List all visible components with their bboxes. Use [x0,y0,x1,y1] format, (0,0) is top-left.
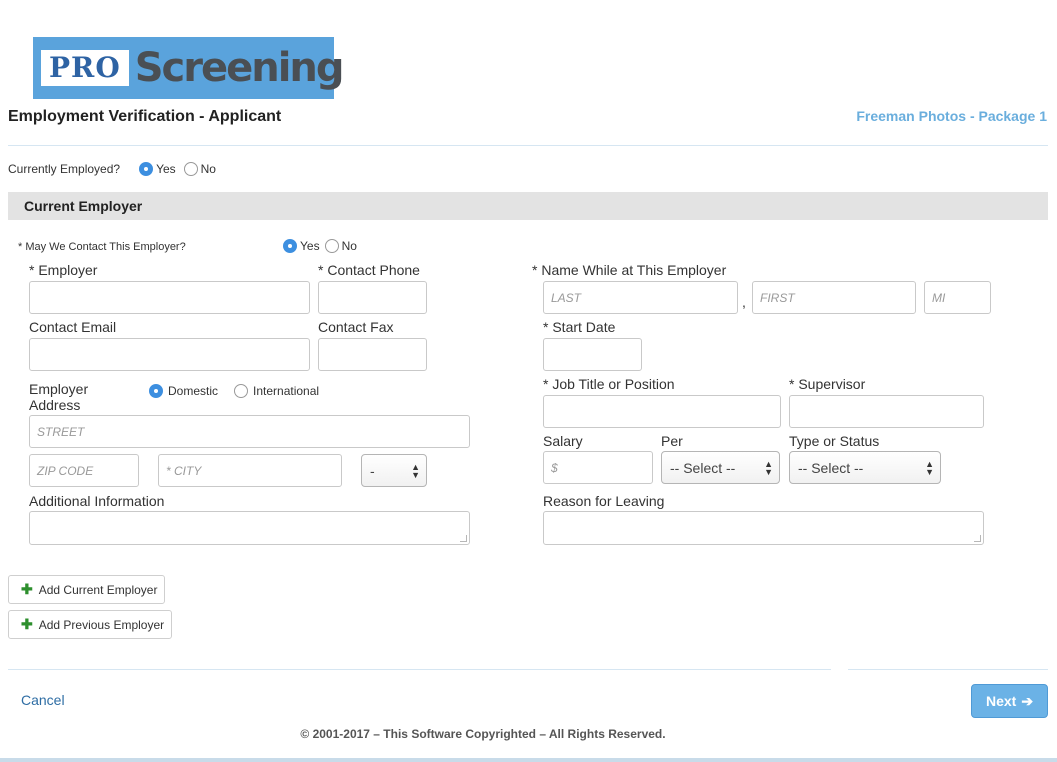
mi-placeholder: MI [932,291,946,305]
domestic-label: Domestic [168,384,219,398]
per-select-value: -- Select -- [670,460,736,476]
type-status-select-value: -- Select -- [798,460,864,476]
city-input[interactable]: * CITY [158,454,342,487]
employer-address-label: Employer Address [29,381,88,413]
section-title: Current Employer [24,198,143,214]
section-header-bar [8,192,1048,220]
first-name-input[interactable]: FIRST [752,281,916,314]
contact-employer-no-label: No [341,239,357,253]
page-title: Employment Verification - Applicant [8,108,282,125]
zip-code-input[interactable]: ZIP CODE [29,454,139,487]
add-previous-employer-label: Add Previous Employer [38,617,165,632]
job-title-label: * Job Title or Position [543,376,675,392]
reason-leaving-label: Reason for Leaving [543,493,665,509]
logo-screening-text: Screening [134,45,345,91]
per-label: Per [661,433,683,449]
contact-employer-label: * May We Contact This Employer? [18,241,186,253]
arrow-right-icon: ➔ [1021,692,1034,709]
package-title: Freeman Photos - Package 1 [856,108,1047,124]
start-date-label: * Start Date [543,319,616,335]
cancel-link[interactable]: Cancel [21,692,65,708]
currently-employed-group: Currently Employed? Yes No [8,162,224,176]
contact-employer-group: Yes No [283,239,365,253]
contact-fax-input[interactable] [318,338,427,371]
header-divider [8,145,1048,146]
reason-leaving-textarea[interactable] [543,511,984,545]
last-name-input[interactable]: LAST [543,281,738,314]
footer-divider-right [848,669,1048,670]
name-while-label: * Name While at This Employer [532,262,727,278]
contact-email-label: Contact Email [29,319,117,335]
type-status-select[interactable]: -- Select -- ▲ ▼ [789,451,941,484]
copyright-footer: © 2001-2017 – This Software Copyrighted … [300,727,666,741]
employer-input[interactable] [29,281,310,314]
bottom-border [0,758,1057,762]
currently-employed-label: Currently Employed? [8,162,121,176]
next-label: Next [985,693,1017,709]
select-arrows-icon: ▲ ▼ [764,459,773,477]
contact-email-input[interactable] [29,338,310,371]
address-type-group: Domestic International [149,384,327,398]
name-comma: , [742,294,746,310]
contact-fax-label: Contact Fax [318,319,394,335]
add-current-employer-label: Add Current Employer [38,582,158,597]
zip-placeholder: ZIP CODE [37,464,94,478]
employer-address-label-line2: Address [29,397,81,413]
currently-employed-yes-label: Yes [156,162,176,176]
employer-address-label-line1: Employer [29,381,89,397]
street-placeholder: STREET [37,425,85,439]
additional-info-textarea[interactable] [29,511,470,545]
plus-icon: ✚ [21,616,33,632]
domestic-radio[interactable] [149,384,163,398]
contact-phone-input[interactable] [318,281,427,314]
additional-info-label: Additional Information [29,493,165,509]
street-input[interactable]: STREET [29,415,470,448]
type-status-label: Type or Status [789,433,880,449]
contact-phone-label: * Contact Phone [318,262,420,278]
job-title-input[interactable] [543,395,781,428]
contact-employer-yes-label: Yes [300,239,320,253]
plus-icon: ✚ [21,581,33,597]
city-placeholder: * CITY [166,464,202,478]
start-date-input[interactable] [543,338,642,371]
add-current-employer-button[interactable]: ✚ Add Current Employer [8,575,165,604]
supervisor-input[interactable] [789,395,984,428]
middle-initial-input[interactable]: MI [924,281,991,314]
international-label: International [253,384,320,398]
salary-input[interactable]: $ [543,451,653,484]
contact-employer-no-radio[interactable] [324,239,339,253]
salary-placeholder: $ [551,461,558,475]
logo-pro-text: PRO [41,50,129,86]
footer-divider-left [8,669,831,670]
currently-employed-no-radio[interactable] [183,162,198,176]
proscreening-logo: PRO Screening [33,37,345,99]
state-select[interactable]: - ▲ ▼ [361,454,427,487]
first-placeholder: FIRST [760,291,795,305]
currently-employed-yes-radio[interactable] [139,162,154,176]
select-arrows-icon: ▲ ▼ [925,459,934,477]
next-button[interactable]: Next ➔ [971,684,1048,718]
per-select[interactable]: -- Select -- ▲ ▼ [661,451,780,484]
select-arrows-icon: ▲ ▼ [411,462,420,480]
salary-label: Salary [543,433,583,449]
supervisor-label: * Supervisor [789,376,866,392]
international-radio[interactable] [234,384,249,398]
contact-employer-yes-radio[interactable] [283,239,297,253]
last-placeholder: LAST [551,291,582,305]
add-previous-employer-button[interactable]: ✚ Add Previous Employer [8,610,172,639]
state-select-value: - [370,463,375,479]
currently-employed-no-label: No [200,162,216,176]
employer-label: * Employer [29,262,98,278]
